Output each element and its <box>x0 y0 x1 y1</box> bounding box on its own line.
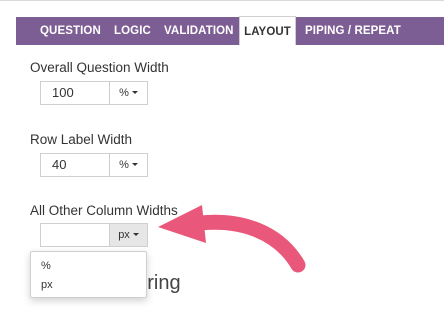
unit-dropdown-menu: % px <box>30 251 147 298</box>
overall-question-width-unit-button[interactable]: % <box>110 81 148 105</box>
row-label-width-input[interactable]: 40 <box>40 153 110 177</box>
tab-piping-repeat[interactable]: PIPING / REPEAT <box>305 17 401 45</box>
tab-validation[interactable]: VALIDATION <box>164 17 234 45</box>
overall-question-width-input[interactable]: 100 <box>40 81 110 105</box>
overall-question-width-label: Overall Question Width <box>30 60 169 75</box>
unit-label: % <box>119 87 129 99</box>
all-other-column-widths-unit-button[interactable]: px <box>110 223 148 247</box>
dropdown-option-px[interactable]: px <box>41 279 53 291</box>
tab-layout[interactable]: LAYOUT <box>239 16 296 45</box>
tab-bar: QUESTION LOGIC VALIDATION LAYOUT PIPING … <box>16 16 444 45</box>
row-label-width-unit-button[interactable]: % <box>110 153 148 177</box>
caret-down-icon <box>132 233 139 237</box>
tab-question[interactable]: QUESTION <box>40 17 101 45</box>
all-other-column-widths-input[interactable] <box>40 223 110 247</box>
tab-logic[interactable]: LOGIC <box>114 17 151 45</box>
caret-down-icon <box>131 163 138 167</box>
unit-label: px <box>118 229 130 241</box>
top-divider <box>0 0 444 1</box>
pointer-arrow-icon <box>158 205 306 273</box>
unit-label: % <box>119 159 129 171</box>
row-label-width-label: Row Label Width <box>30 132 133 147</box>
caret-down-icon <box>131 91 138 95</box>
dropdown-option-percent[interactable]: % <box>41 260 51 272</box>
